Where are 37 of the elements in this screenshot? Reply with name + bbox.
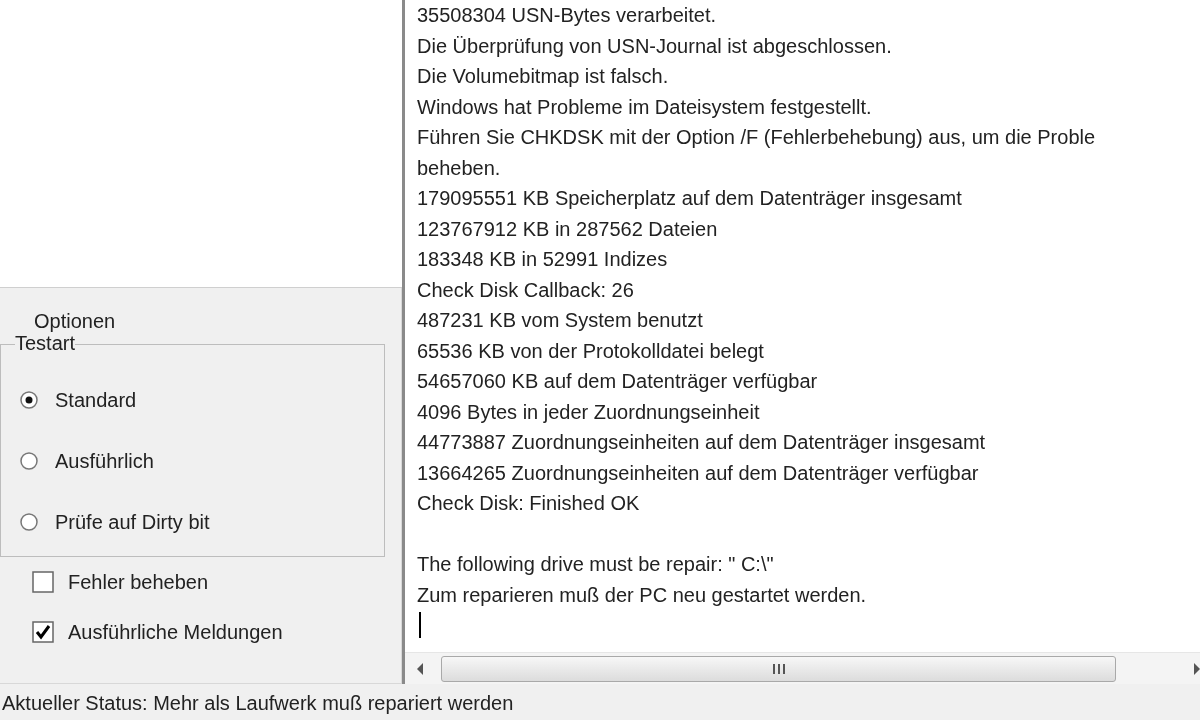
log-text-area[interactable] — [402, 0, 1200, 684]
log-line: 13664265 Zuordnungseinheiten auf dem Datenträger verfügbar — [417, 460, 980, 486]
log-line: 65536 KB von der Protokolldatei belegt — [417, 338, 765, 364]
log-line: Zum reparieren muß der PC neu gestartet werden. — [417, 582, 868, 608]
log-line: 179095551 KB Speicherplatz auf dem Datenträger insgesamt — [417, 186, 963, 211]
radio-label[interactable]: Standard — [55, 384, 137, 415]
log-line: Check Disk Callback: 26 — [417, 277, 635, 303]
radio-label[interactable]: Prüfe auf Dirty bit — [55, 506, 210, 537]
log-line: 4096 Bytes in jeder Zuordnungseinheit — [417, 399, 761, 425]
scrollbar-thumb[interactable] — [441, 655, 1116, 682]
log-line: Windows hat Probleme im Dateisystem festgestellt. — [417, 94, 873, 120]
scroll-left-icon[interactable] — [415, 661, 425, 676]
log-line: 44773887 Zuordnungseinheiten auf dem Datenträger insgesamt — [417, 430, 987, 455]
options-title: Optionen — [34, 310, 117, 332]
log-line: Die Volumebitmap ist falsch. — [417, 64, 670, 89]
checkbox[interactable] — [32, 621, 54, 643]
checkbox-label[interactable]: Ausführliche Meldungen — [68, 617, 283, 647]
status-text: Aktueller Status: Mehr als Laufwerk muß repariert werden — [2, 692, 515, 714]
log-line: 35508304 USN-Bytes verarbeitet. — [417, 3, 718, 28]
log-line: Check Disk: Finished OK — [417, 491, 641, 516]
radio-label[interactable]: Ausführlich — [55, 445, 154, 476]
log-line: 183348 KB in 52991 Indizes — [417, 247, 669, 272]
checkbox-label[interactable]: Fehler beheben — [68, 567, 209, 597]
log-line: beheben. — [417, 155, 502, 181]
log-line: 487231 KB vom System benutzt — [417, 308, 704, 333]
log-line: The following drive must be repair: " C:\" — [417, 552, 775, 577]
horizontal-scrollbar[interactable] — [405, 652, 1200, 684]
checkbox[interactable] — [32, 571, 54, 593]
log-line: Führen Sie CHKDSK mit der Option /F (Fehlerbehebung) aus, um die Proble — [417, 125, 1097, 150]
log-line: Die Überprüfung von USN-Journal ist abgeschlossen. — [417, 33, 893, 59]
radio-button[interactable] — [19, 511, 39, 532]
log-line: 123767912 KB in 287562 Dateien — [417, 216, 719, 242]
grip-icon — [770, 662, 787, 675]
radio-button[interactable] — [19, 450, 39, 471]
log-line: 54657060 KB auf dem Datenträger verfügbar — [417, 369, 819, 394]
scroll-right-icon[interactable] — [1194, 661, 1200, 676]
radio-button[interactable] — [19, 389, 39, 410]
